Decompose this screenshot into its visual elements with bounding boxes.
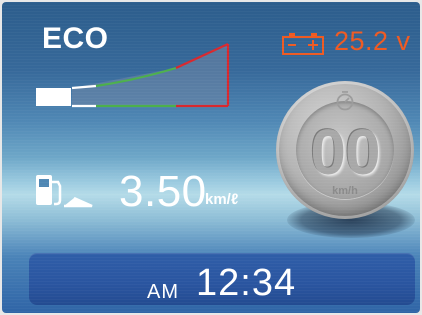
dashboard-screen: ECO 25.2 v 3.50 km/ℓ 00 km/h AM 12:34 xyxy=(2,2,420,313)
fuel-economy-unit: km/ℓ xyxy=(205,191,239,208)
speed-value: 00 xyxy=(310,116,380,188)
fuel-economy-value: 3.50 xyxy=(119,167,207,216)
speed-unit: km/h xyxy=(332,185,358,197)
clock-bar: AM 12:34 xyxy=(29,253,415,305)
eco-indicator-graph xyxy=(36,43,230,108)
eco-level-block xyxy=(36,88,71,106)
speedometer-dial: 00 km/h xyxy=(276,81,414,219)
clock-ampm: AM xyxy=(147,281,179,303)
battery-voltage: 25.2 v xyxy=(334,26,411,56)
fuel-pump-icon xyxy=(36,175,93,208)
speed-icon xyxy=(336,91,354,111)
clock-time: 12:34 xyxy=(196,262,297,304)
battery-icon xyxy=(282,33,324,55)
